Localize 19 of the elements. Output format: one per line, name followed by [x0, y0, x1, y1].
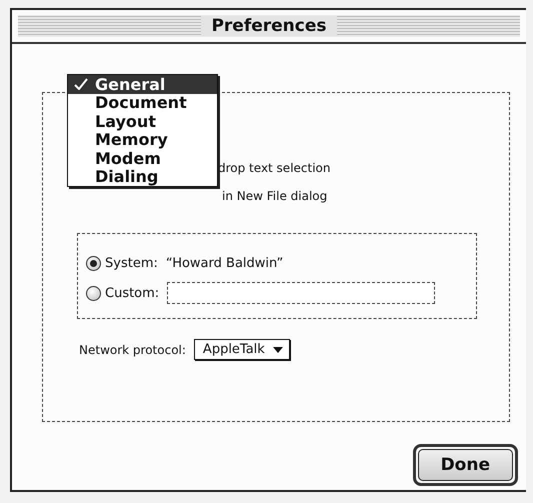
done-button[interactable]: Done	[418, 449, 513, 481]
protocol-dropdown[interactable]: AppleTalk	[194, 339, 290, 360]
window-title: Preferences	[201, 16, 337, 36]
radio-button[interactable]	[86, 256, 101, 270]
menu-item[interactable]: Document	[68, 94, 217, 112]
option-label: in New File dialog	[222, 189, 328, 203]
radio-button[interactable]	[86, 286, 101, 300]
radio-label: Custom:	[105, 286, 160, 300]
menu-item[interactable]: Memory	[68, 130, 217, 149]
caret-icon	[272, 346, 283, 352]
menu-item[interactable]: Modem	[68, 149, 217, 168]
menu-item[interactable]: Layout	[68, 112, 217, 130]
network-protocol-label: Network protocol:	[79, 342, 186, 356]
checkmark-icon	[74, 78, 88, 90]
radio-label: System:	[105, 256, 158, 270]
menu-item[interactable]: General	[68, 75, 217, 94]
custom-name-field[interactable]	[167, 282, 436, 304]
menu-item[interactable]: Dialing	[68, 168, 217, 186]
system-user-name: “Howard Baldwin”	[166, 256, 284, 270]
